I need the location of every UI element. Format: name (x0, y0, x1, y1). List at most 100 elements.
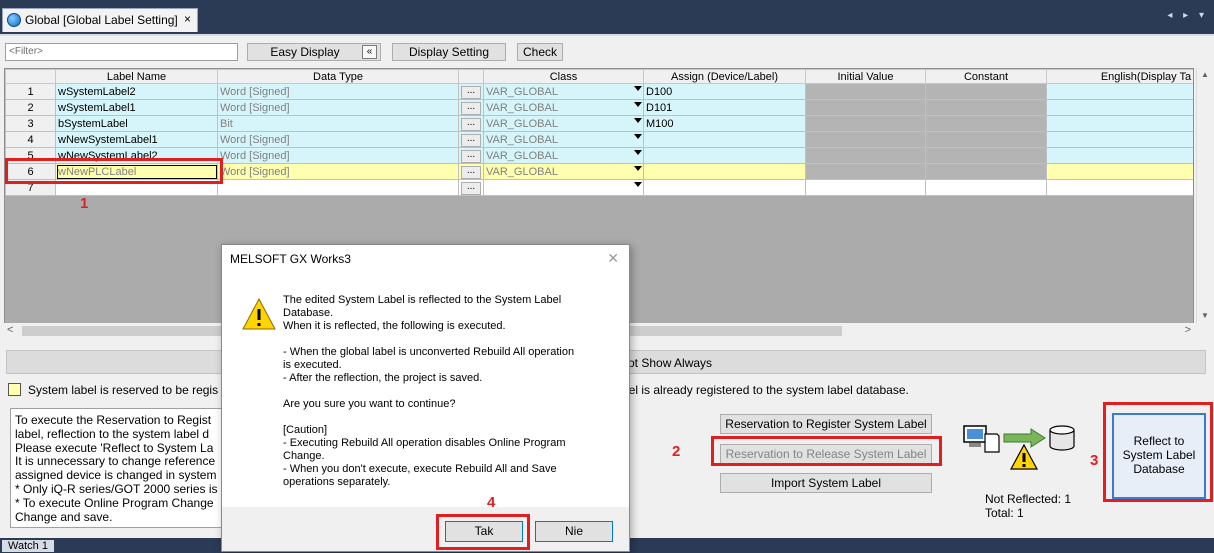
global-label-tab[interactable]: Global [Global Label Setting] × (2, 8, 198, 32)
table-row[interactable]: 2 wSystemLabel1 Word [Signed] ... VAR_GL… (5, 99, 1193, 116)
no-button[interactable]: Nie (535, 521, 613, 542)
scroll-up-icon[interactable]: ▲ (1201, 70, 1209, 79)
assign-cell[interactable] (643, 163, 806, 180)
database-icon (1049, 425, 1075, 451)
col-header-data-type[interactable]: Data Type (217, 69, 459, 84)
data-type-cell[interactable]: Word [Signed] (217, 147, 459, 164)
dropdown-arrow-icon[interactable] (634, 102, 642, 107)
class-value: VAR_GLOBAL (486, 101, 558, 114)
browse-button[interactable]: ... (461, 166, 481, 179)
data-type-browse-cell: ... (458, 131, 484, 148)
scroll-left-icon[interactable]: < (7, 324, 13, 336)
label-name-cell[interactable]: wSystemLabel1 (55, 99, 218, 116)
initial-value-cell (805, 99, 926, 116)
label-name-cell[interactable]: bSystemLabel (55, 115, 218, 132)
check-button[interactable]: Check (517, 43, 563, 61)
watch-tab[interactable]: Watch 1 (2, 540, 54, 552)
col-header-constant[interactable]: Constant (925, 69, 1047, 84)
initial-value-cell (805, 147, 926, 164)
col-header-dots (458, 69, 484, 84)
class-cell[interactable]: VAR_GLOBAL (483, 131, 644, 148)
data-type-cell[interactable] (217, 179, 459, 196)
class-cell[interactable]: VAR_GLOBAL (483, 83, 644, 100)
dropdown-arrow-icon[interactable] (634, 182, 642, 187)
assign-cell[interactable]: D100 (643, 83, 806, 100)
data-type-cell[interactable]: Word [Signed] (217, 131, 459, 148)
dropdown-arrow-icon[interactable] (634, 118, 642, 123)
filter-input[interactable]: <Filter> (5, 43, 238, 61)
info-line: It is unnecessary to change reference (15, 454, 216, 469)
initial-value-cell (805, 163, 926, 180)
browse-button[interactable]: ... (461, 150, 481, 163)
class-cell[interactable]: VAR_GLOBAL (483, 163, 644, 180)
class-cell[interactable]: VAR_GLOBAL (483, 99, 644, 116)
constant-cell (925, 147, 1047, 164)
english-cell[interactable] (1046, 131, 1193, 148)
class-cell[interactable]: VAR_GLOBAL (483, 147, 644, 164)
label-name-cell[interactable]: wSystemLabel2 (55, 83, 218, 100)
scroll-right-icon[interactable]: > (1185, 324, 1191, 336)
dialog-message: The edited System Label is reflected to … (283, 294, 575, 488)
class-cell[interactable] (483, 179, 644, 196)
col-header-assign[interactable]: Assign (Device/Label) (643, 69, 806, 84)
display-setting-button[interactable]: Display Setting (392, 43, 506, 61)
assign-cell[interactable] (643, 131, 806, 148)
data-type-browse-cell: ... (458, 179, 484, 196)
browse-button[interactable]: ... (461, 118, 481, 131)
collapse-icon[interactable]: « (362, 45, 377, 59)
dropdown-arrow-icon[interactable] (634, 86, 642, 91)
reservation-register-button[interactable]: Reservation to Register System Label (720, 414, 932, 434)
class-value: VAR_GLOBAL (486, 165, 558, 178)
constant-cell[interactable] (925, 179, 1047, 196)
english-cell[interactable] (1046, 147, 1193, 164)
dialog-close-icon[interactable]: ✕ (607, 250, 619, 267)
import-system-label-button[interactable]: Import System Label (720, 473, 932, 493)
col-header-initial-value[interactable]: Initial Value (805, 69, 926, 84)
assign-cell[interactable]: M100 (643, 115, 806, 132)
label-name-cell[interactable]: wNewSystemLabel1 (55, 131, 218, 148)
data-type-cell[interactable]: Word [Signed] (217, 163, 459, 180)
grid-header-row: Label Name Data Type Class Assign (Devic… (5, 69, 1193, 84)
legend-reserved-text: System label is reserved to be regis (28, 383, 219, 397)
dropdown-arrow-icon[interactable] (634, 150, 642, 155)
assign-cell[interactable] (643, 147, 806, 164)
english-cell[interactable] (1046, 99, 1193, 116)
scroll-down-icon[interactable]: ▼ (1201, 311, 1209, 320)
english-cell[interactable] (1046, 83, 1193, 100)
browse-button[interactable]: ... (461, 102, 481, 115)
table-row[interactable]: 3 bSystemLabel Bit ... VAR_GLOBAL M100 (5, 115, 1193, 132)
col-header-label-name[interactable]: Label Name (55, 69, 218, 84)
browse-button[interactable]: ... (461, 134, 481, 147)
close-tab-icon[interactable]: × (184, 12, 191, 26)
annotation-number-4: 4 (487, 494, 496, 511)
browse-button[interactable]: ... (461, 182, 481, 195)
assign-cell[interactable]: D101 (643, 99, 806, 116)
english-cell[interactable] (1046, 115, 1193, 132)
annotation-box-4 (436, 514, 530, 550)
constant-cell (925, 131, 1047, 148)
col-header-class[interactable]: Class (483, 69, 644, 84)
browse-button[interactable]: ... (461, 86, 481, 99)
english-cell[interactable] (1046, 179, 1193, 196)
initial-value-cell[interactable] (805, 179, 926, 196)
dropdown-arrow-icon[interactable] (634, 166, 642, 171)
dialog-footer: Tak Nie (222, 507, 629, 551)
info-line: Please execute 'Reflect to System La (15, 440, 214, 455)
constant-cell (925, 83, 1047, 100)
dialog-title-bar: MELSOFT GX Works3 ✕ (222, 245, 629, 273)
english-cell[interactable] (1046, 163, 1193, 180)
assign-cell[interactable] (643, 179, 806, 196)
data-type-cell[interactable]: Bit (217, 115, 459, 132)
tab-title: Global [Global Label Setting] (25, 13, 178, 27)
class-cell[interactable]: VAR_GLOBAL (483, 115, 644, 132)
easy-display-button[interactable]: Easy Display (247, 43, 381, 61)
table-row[interactable]: 1 wSystemLabel2 Word [Signed] ... VAR_GL… (5, 83, 1193, 100)
tab-navigation-arrows[interactable]: ◂ ▸ ▾ (1167, 10, 1208, 21)
col-header-english[interactable]: English(Display Ta (1046, 69, 1193, 84)
data-type-cell[interactable]: Word [Signed] (217, 99, 459, 116)
vertical-scrollbar[interactable]: ▲ ▼ (1196, 68, 1213, 324)
dropdown-arrow-icon[interactable] (634, 134, 642, 139)
row-number: 4 (5, 131, 56, 148)
table-row[interactable]: 4 wNewSystemLabel1 Word [Signed] ... VAR… (5, 131, 1193, 148)
data-type-cell[interactable]: Word [Signed] (217, 83, 459, 100)
